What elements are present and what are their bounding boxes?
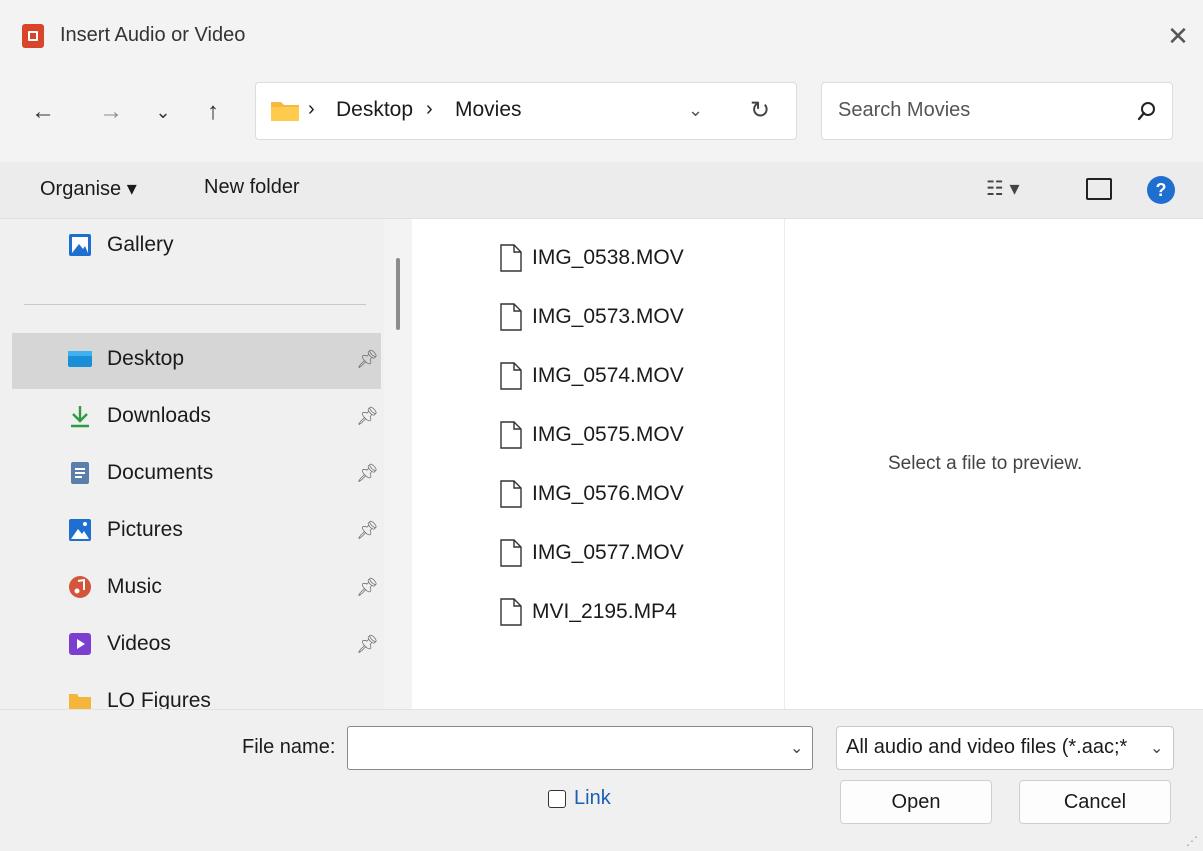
- open-button[interactable]: Open: [840, 780, 992, 824]
- pin-icon: 📌︎: [356, 634, 379, 654]
- help-icon[interactable]: ?: [1147, 176, 1175, 204]
- file-name: IMG_0577.MOV: [532, 541, 684, 564]
- chevron-down-icon[interactable]: ⌄: [688, 100, 703, 121]
- refresh-icon[interactable]: ↻: [750, 96, 770, 125]
- sidebar-item-gallery[interactable]: Gallery: [12, 219, 381, 275]
- documents-icon: [71, 462, 89, 484]
- music-icon: [69, 576, 91, 598]
- command-bar: [0, 162, 1203, 219]
- search-placeholder: Search Movies: [838, 99, 971, 121]
- sidebar-item-label: Documents: [107, 461, 214, 484]
- preview-pane-icon[interactable]: [1086, 178, 1112, 200]
- file-type-value: All audio and video files (*.aac;*: [846, 736, 1128, 758]
- folder-icon: [271, 102, 299, 121]
- file-name: IMG_0574.MOV: [532, 364, 684, 387]
- preview-placeholder: Select a file to preview.: [888, 453, 1083, 474]
- breadcrumb-desktop[interactable]: Desktop: [336, 98, 413, 122]
- view-options-button[interactable]: ☷ ▾: [986, 176, 1020, 201]
- sidebar-item-label: Videos: [107, 632, 171, 655]
- file-icon: [500, 539, 522, 567]
- link-checkbox-label[interactable]: Link: [574, 787, 611, 810]
- close-button[interactable]: ✕: [1160, 18, 1196, 54]
- videos-icon: [69, 633, 91, 655]
- folder-icon: [69, 694, 91, 709]
- file-name: IMG_0538.MOV: [532, 246, 684, 269]
- sidebar-item-lo-figures[interactable]: LO Figures: [12, 675, 381, 709]
- file-icon: [500, 303, 522, 331]
- breadcrumb-separator[interactable]: ›: [426, 98, 433, 121]
- sidebar-item-label: LO Figures: [107, 689, 211, 709]
- sidebar-item-label: Gallery: [107, 233, 174, 256]
- file-icon: [500, 244, 522, 272]
- back-button[interactable]: ←: [26, 92, 60, 132]
- gallery-icon: [69, 234, 91, 256]
- recent-locations-button[interactable]: ⌄: [146, 92, 180, 132]
- pin-icon: 📌︎: [356, 349, 379, 369]
- pin-icon: 📌︎: [356, 577, 379, 597]
- file-name: MVI_2195.MP4: [532, 600, 677, 623]
- search-icon[interactable]: [1136, 100, 1158, 122]
- file-name-label: File name:: [242, 736, 336, 758]
- sidebar-item-downloads[interactable]: Downloads 📌︎: [12, 390, 381, 446]
- breadcrumb-movies[interactable]: Movies: [455, 98, 522, 122]
- breadcrumb-separator: ›: [308, 98, 315, 120]
- file-name: IMG_0576.MOV: [532, 482, 684, 505]
- pictures-icon: [69, 519, 91, 541]
- sidebar-item-label: Pictures: [107, 518, 183, 541]
- file-icon: [500, 421, 522, 449]
- sidebar-item-label: Downloads: [107, 404, 211, 427]
- download-icon: [71, 406, 89, 428]
- resize-grip-icon[interactable]: ⋰: [1186, 834, 1198, 848]
- sidebar-item-pictures[interactable]: Pictures 📌︎: [12, 504, 381, 560]
- desktop-icon: [68, 351, 92, 367]
- file-list: [412, 219, 784, 709]
- sidebar-divider: [24, 304, 366, 305]
- forward-button[interactable]: →: [94, 92, 128, 132]
- sidebar-item-music[interactable]: Music 📌︎: [12, 561, 381, 617]
- window-title: Insert Audio or Video: [60, 24, 246, 46]
- sidebar-item-label: Desktop: [107, 347, 185, 370]
- sidebar-item-videos[interactable]: Videos 📌︎: [12, 618, 381, 674]
- file-icon: [500, 480, 522, 508]
- app-icon: [22, 24, 44, 48]
- organise-button[interactable]: Organise ▾: [40, 176, 137, 201]
- sidebar-item-desktop[interactable]: Desktop 📌︎: [12, 333, 381, 389]
- pin-icon: 📌︎: [356, 520, 379, 540]
- file-icon: [500, 362, 522, 390]
- pin-icon: 📌︎: [356, 406, 379, 426]
- up-button[interactable]: ↑: [196, 92, 230, 132]
- navigation-pane: Gallery Desktop 📌︎ Downloads 📌︎ Document…: [0, 219, 384, 709]
- pin-icon: 📌︎: [356, 463, 379, 483]
- link-checkbox[interactable]: [548, 790, 566, 808]
- sidebar-item-label: Music: [107, 575, 162, 598]
- chevron-down-icon[interactable]: ⌄: [1150, 738, 1163, 758]
- sidebar-item-documents[interactable]: Documents 📌︎: [12, 447, 381, 503]
- file-icon: [500, 598, 522, 626]
- chevron-down-icon[interactable]: ⌄: [790, 738, 803, 758]
- new-folder-button[interactable]: New folder: [204, 176, 300, 199]
- cancel-button[interactable]: Cancel: [1019, 780, 1171, 824]
- sidebar-scrollbar-thumb[interactable]: [396, 258, 400, 330]
- file-name: IMG_0575.MOV: [532, 423, 684, 446]
- file-name: IMG_0573.MOV: [532, 305, 684, 328]
- file-name-input[interactable]: [347, 726, 813, 770]
